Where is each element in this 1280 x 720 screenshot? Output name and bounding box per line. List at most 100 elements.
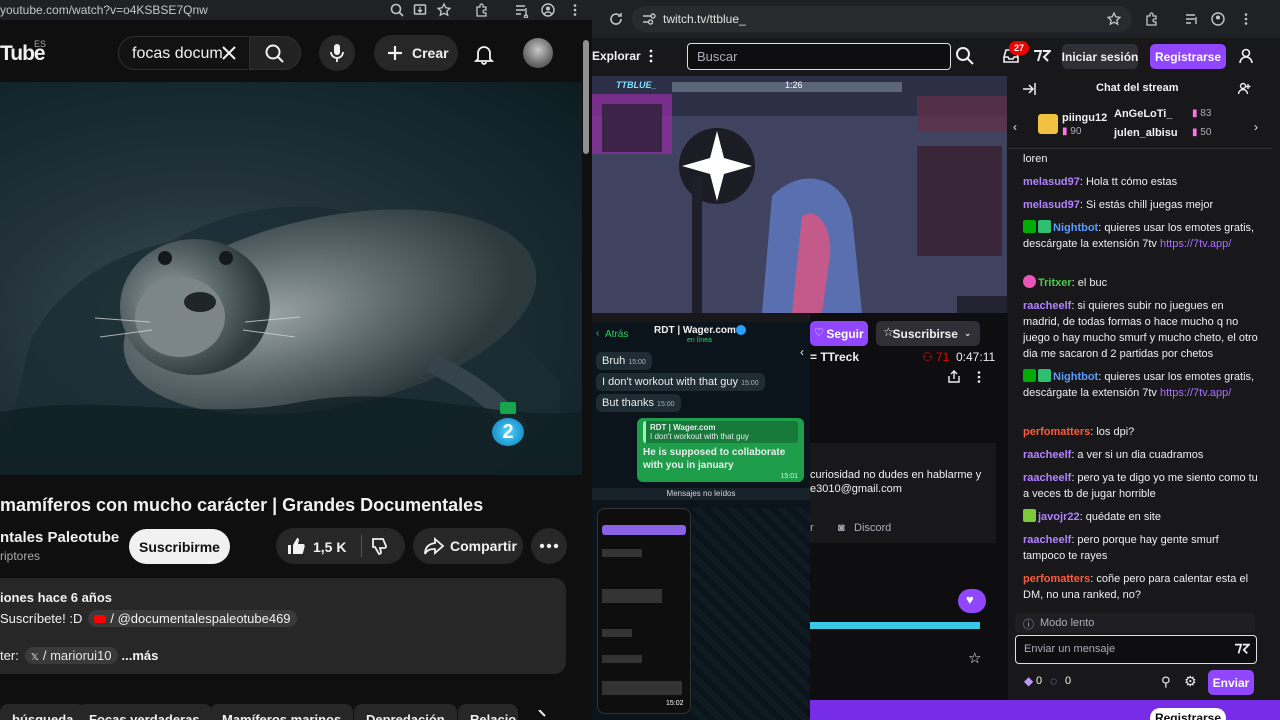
stream-video-player[interactable]: TTBLUE_ 1:26	[592, 76, 1007, 313]
chevron-right-icon[interactable]: ›	[1254, 120, 1258, 134]
profile-icon[interactable]	[540, 2, 556, 18]
prime-icon[interactable]	[1033, 48, 1051, 64]
chat-username[interactable]: Nightbot	[1053, 371, 1098, 383]
dislike-icon[interactable]	[370, 537, 390, 557]
back-link[interactable]: Atrás	[605, 329, 628, 340]
extensions-icon[interactable]	[1144, 11, 1160, 27]
banner-register-button[interactable]: Registrarse	[1150, 708, 1226, 720]
extensions-icon[interactable]	[474, 2, 490, 18]
chip-search[interactable]: búsqueda	[0, 704, 86, 720]
more-actions-button[interactable]	[531, 528, 567, 564]
gifter-count: ▮ 50	[1192, 127, 1212, 138]
chip-relacionado[interactable]: Relacio	[458, 704, 518, 720]
community-icon[interactable]	[1237, 81, 1253, 97]
follow-button[interactable]: ♡ Seguir	[810, 321, 868, 346]
collapse-chat-icon[interactable]	[1021, 81, 1037, 97]
star-icon[interactable]: ☆	[968, 649, 981, 667]
address-url[interactable]: twitch.tv/ttblue_	[663, 12, 746, 26]
chat-link[interactable]: https://7tv.app/	[1160, 238, 1231, 250]
address-bar[interactable]: twitch.tv/ttblue_	[632, 6, 1132, 32]
chat-message: Nightbot: quieres usar los emotes gratis…	[1023, 220, 1255, 250]
chat-input[interactable]: Enviar un mensaje	[1015, 635, 1257, 664]
hype-icon[interactable]: ⚲	[1161, 674, 1171, 690]
like-icon[interactable]	[286, 536, 306, 556]
gifter-name[interactable]: piingu12	[1062, 112, 1107, 124]
chat-username[interactable]: perfomatters	[1023, 426, 1090, 438]
media-control-icon[interactable]	[1184, 11, 1200, 27]
chat-username[interactable]: melasud97	[1023, 199, 1080, 211]
channel-link-chip[interactable]: / @documentalespaleotube469	[88, 610, 297, 627]
chip-focas[interactable]: Focas verdaderas	[77, 704, 212, 720]
chip-mamiferos[interactable]: Mamíferos marinos	[210, 704, 354, 720]
bookmark-star-icon[interactable]	[1106, 11, 1122, 27]
chat-username[interactable]: perfomatters	[1023, 573, 1090, 585]
search-icon[interactable]	[954, 45, 976, 67]
reload-icon[interactable]	[608, 11, 624, 27]
search-input[interactable]: Buscar	[687, 43, 951, 70]
video-player[interactable]: 2	[0, 82, 582, 475]
install-icon[interactable]	[412, 2, 428, 18]
chat-username[interactable]: raacheelf	[1023, 472, 1071, 484]
link-fragment[interactable]: r	[810, 522, 814, 534]
chat-message-list: loren melasud97: Hola tt cómo estas mela…	[1008, 150, 1272, 610]
search-button[interactable]	[249, 36, 301, 70]
channel-name[interactable]: ntales Paleotube	[0, 529, 119, 546]
share-button[interactable]: Compartir	[413, 528, 523, 564]
user-menu-icon[interactable]	[1237, 47, 1255, 65]
profile-icon[interactable]	[1210, 11, 1226, 27]
emote-picker-icon[interactable]	[1234, 642, 1250, 656]
subscribe-button[interactable]: Suscribirme	[129, 529, 230, 564]
chat-username[interactable]: raacheelf	[1023, 449, 1071, 461]
show-more-link[interactable]: ...más	[122, 648, 159, 663]
share-icon[interactable]	[947, 370, 961, 384]
channel-points-icon[interactable]: ◌	[1050, 674, 1057, 688]
collapse-chevron-icon[interactable]: ‹	[800, 345, 806, 359]
chat-username[interactable]: Nightbot	[1053, 222, 1098, 234]
explore-link[interactable]: Explorar	[592, 49, 641, 63]
gifter-name[interactable]: julen_albisu	[1114, 127, 1178, 139]
browser-menu-icon[interactable]	[1238, 11, 1254, 27]
page-scrollbar[interactable]	[583, 40, 589, 154]
login-button[interactable]: Iniciar sesión	[1062, 44, 1138, 69]
chevron-left-icon[interactable]: ‹	[1013, 120, 1017, 134]
bookmark-star-icon[interactable]	[436, 2, 452, 18]
signup-banner: Registrarse	[810, 700, 1280, 720]
bits-icon[interactable]: ◆	[1024, 674, 1033, 688]
zoom-icon[interactable]	[389, 2, 405, 18]
site-info-icon[interactable]	[641, 11, 657, 27]
more-vertical-icon[interactable]	[974, 370, 984, 384]
subscribe-button[interactable]: ☆ Suscribirse ⌄	[876, 321, 980, 346]
description-box[interactable]: iones hace 6 años Suscríbete! :D / @docu…	[0, 578, 566, 674]
chat-username[interactable]: Tritxer	[1038, 277, 1072, 289]
twitter-link-chip[interactable]: 𝕏 / mariorui10	[24, 647, 118, 664]
voice-search-button[interactable]	[319, 35, 355, 71]
chat-link[interactable]: https://7tv.app/	[1160, 387, 1231, 399]
notifications-bell-icon[interactable]	[472, 42, 496, 66]
chip-depredacion[interactable]: Depredación	[354, 704, 457, 720]
browser-menu-icon[interactable]	[567, 2, 583, 18]
discord-link[interactable]: Discord	[854, 522, 891, 534]
gifter-name[interactable]: AnGeLoTi_	[1114, 108, 1172, 120]
create-button[interactable]: Crear	[374, 35, 458, 71]
chat-username[interactable]: raacheelf	[1023, 534, 1071, 546]
address-url[interactable]: youtube.com/watch?v=o4KSBSE7Qnw	[0, 3, 208, 17]
media-control-icon[interactable]	[514, 2, 530, 18]
chat-username[interactable]: raacheelf	[1023, 300, 1071, 312]
send-button[interactable]: Enviar	[1208, 670, 1254, 695]
back-chevron-icon[interactable]: ‹	[596, 328, 599, 339]
stream-uptime: 0:47:11	[956, 350, 996, 364]
like-count[interactable]: 1,5 K	[313, 539, 346, 555]
chevron-right-icon[interactable]	[534, 710, 550, 720]
chat-message: javojr22: quédate en site	[1023, 509, 1263, 525]
chat-title: Chat del stream	[1096, 82, 1179, 94]
more-vertical-icon[interactable]	[644, 48, 658, 64]
heart-button[interactable]: ♥	[958, 589, 986, 613]
chat-username[interactable]: javojr22	[1038, 511, 1080, 523]
chat-settings-gear-icon[interactable]: ⚙	[1184, 673, 1197, 690]
chat-username[interactable]: melasud97	[1023, 176, 1080, 188]
avatar[interactable]	[523, 38, 553, 68]
clear-search-icon[interactable]	[219, 43, 239, 63]
slow-mode-label: Modo lento	[1040, 617, 1095, 629]
register-button[interactable]: Registrarse	[1150, 44, 1226, 69]
chat-message: raacheelf: pero ya te digo yo me siento …	[1023, 472, 1258, 500]
